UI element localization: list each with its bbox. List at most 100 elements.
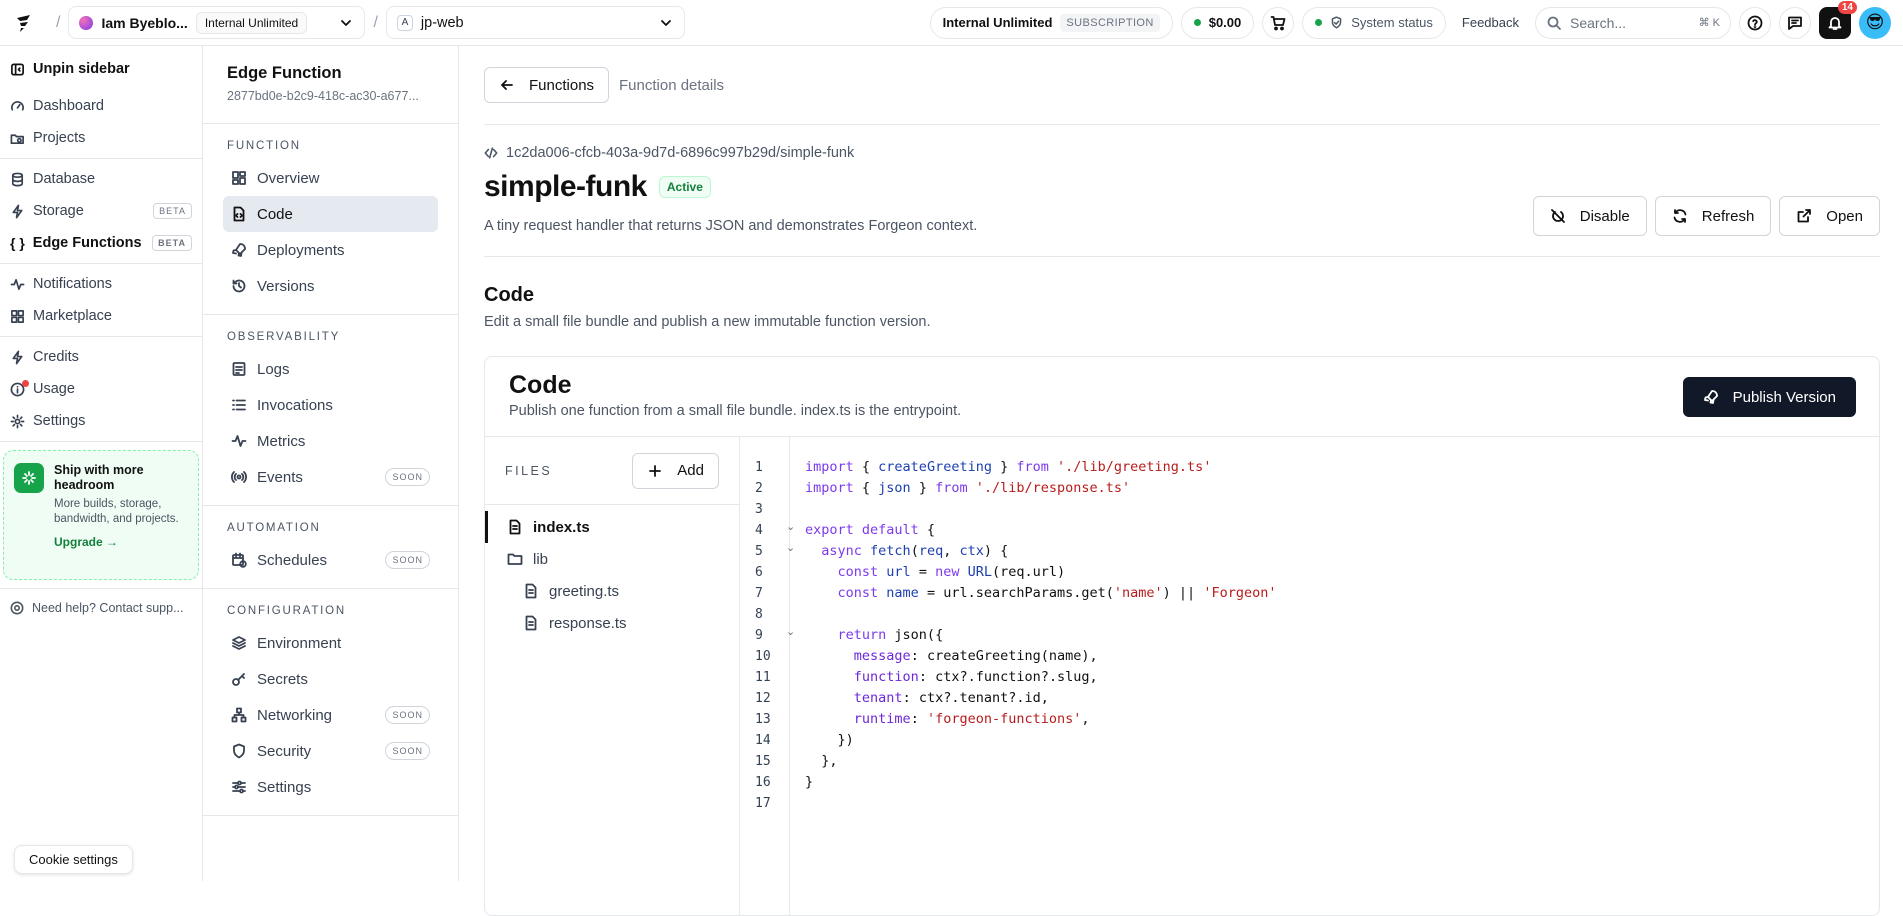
calendar-clock-icon [231, 552, 247, 568]
subnav-item-overview[interactable]: Overview [223, 160, 438, 196]
grid-icon [10, 309, 25, 324]
cookie-settings-button[interactable]: Cookie settings [14, 845, 133, 874]
subnav-item-label: Overview [257, 169, 320, 187]
subscription-pill[interactable]: Internal Unlimited SUBSCRIPTION [929, 6, 1173, 39]
sidebar-item-storage[interactable]: Storage BETA [0, 195, 202, 227]
project-name: jp-web [420, 14, 464, 31]
subnav-title: Edge Function [227, 64, 342, 82]
add-file-button[interactable]: Add [632, 452, 719, 489]
unpin-sidebar-button[interactable]: Unpin sidebar [0, 48, 202, 90]
notifications-count-badge: 14 [1837, 0, 1857, 14]
sidebar-item-credits[interactable]: Credits [0, 341, 202, 373]
refresh-label: Refresh [1701, 207, 1755, 225]
org-selector[interactable]: Iam Byeblo... Internal Unlimited [68, 6, 366, 39]
cart-button[interactable] [1262, 6, 1295, 39]
add-file-label: Add [677, 462, 704, 479]
file-item-index[interactable]: index.ts [485, 511, 739, 543]
subnav-item-label: Deployments [257, 241, 345, 259]
code-editor[interactable]: import { createGreeting } from './lib/gr… [805, 457, 1276, 793]
fold-chevron-icon[interactable]: ⌄ [786, 541, 795, 554]
function-subnav: Edge Function 2877bd0e-b2c9-418c-ac30-a6… [203, 46, 459, 881]
subnav-section-configuration: CONFIGURATION Environment Secrets Networ… [203, 589, 458, 816]
help-contact-link[interactable]: Need help? Contact supp... [0, 593, 202, 623]
subnav-item-label: Invocations [257, 396, 333, 414]
refresh-button[interactable]: Refresh [1654, 196, 1772, 236]
usage-alert-dot [22, 380, 29, 387]
folder-name: lib [533, 550, 549, 568]
sidebar-item-marketplace[interactable]: Marketplace [0, 300, 202, 332]
notifications-button[interactable]: 14 [1819, 0, 1857, 39]
upgrade-link[interactable]: Upgrade → [54, 535, 188, 549]
file-item-greeting[interactable]: greeting.ts [485, 575, 739, 607]
subnav-item-secrets[interactable]: Secrets [223, 661, 438, 697]
system-status-pill[interactable]: System status [1302, 6, 1446, 39]
search-input[interactable]: Search... ⌘ K [1535, 6, 1731, 39]
folder-item-lib[interactable]: lib [485, 543, 739, 575]
sidebar-item-settings[interactable]: Settings [0, 405, 202, 437]
publish-version-button[interactable]: Publish Version [1682, 377, 1856, 417]
subnav-item-label: Networking [257, 706, 333, 724]
database-icon [10, 172, 25, 187]
help-button[interactable] [1739, 6, 1771, 39]
function-path-text: 1c2da006-cfcb-403a-9d7d-6896c997b29d/sim… [506, 145, 855, 161]
app-logo-icon[interactable] [12, 10, 38, 36]
sidebar-item-edge-functions[interactable]: { } Edge Functions BETA [0, 227, 202, 259]
subnav-item-invocations[interactable]: Invocations [223, 387, 438, 423]
promo-title: Ship with more headroom [54, 463, 144, 492]
file-tree-panel: FILES Add index.ts lib greeting.ts respo… [485, 437, 740, 915]
soon-badge: SOON [385, 706, 430, 724]
balance-pill[interactable]: $0.00 [1180, 6, 1255, 39]
subnav-item-environment[interactable]: Environment [223, 625, 438, 661]
sidebar-item-notifications[interactable]: Notifications [0, 268, 202, 300]
message-icon [1787, 15, 1803, 31]
fold-chevron-icon[interactable]: ⌄ [786, 625, 795, 638]
gauge-icon [10, 99, 25, 114]
subnav-item-schedules[interactable]: Schedules SOON [223, 542, 438, 578]
sidebar-item-label: Settings [33, 413, 86, 429]
project-selector[interactable]: A jp-web [385, 6, 685, 39]
subnav-item-deployments[interactable]: Deployments [223, 232, 438, 268]
files-label: FILES [505, 463, 553, 478]
sidebar-item-usage[interactable]: Usage [0, 373, 202, 405]
user-avatar[interactable]: 😎 [1859, 6, 1891, 39]
feedback-link[interactable]: Feedback [1454, 15, 1527, 30]
sidebar-item-projects[interactable]: Projects [0, 122, 202, 154]
folder-search-icon [10, 131, 25, 146]
breadcrumb-separator: / [56, 13, 61, 31]
sidebar-item-label: Notifications [33, 276, 112, 292]
subnav-item-code[interactable]: Code [223, 196, 438, 232]
subnav-item-label: Environment [257, 634, 342, 652]
open-button[interactable]: Open [1779, 196, 1880, 236]
shield-check-icon [1330, 16, 1343, 29]
subnav-item-security[interactable]: Security SOON [223, 733, 438, 769]
subnav-item-settings[interactable]: Settings [223, 769, 438, 805]
subnav-item-metrics[interactable]: Metrics [223, 423, 438, 459]
sidebar-item-label: Credits [33, 349, 79, 365]
sidebar-item-dashboard[interactable]: Dashboard [0, 90, 202, 122]
subnav-item-events[interactable]: Events SOON [223, 459, 438, 495]
rocket-icon [231, 242, 247, 258]
subnav-item-label: Events [257, 468, 303, 486]
subnav-item-versions[interactable]: Versions [223, 268, 438, 304]
balance-value: $0.00 [1208, 15, 1242, 30]
sidebar-item-label: Storage [33, 203, 84, 219]
disable-button[interactable]: Disable [1532, 196, 1647, 236]
upgrade-promo-card: Ship with more headroom More builds, sto… [3, 450, 199, 580]
subnav-item-label: Settings [257, 778, 312, 796]
file-item-response[interactable]: response.ts [485, 607, 739, 639]
refresh-icon [1672, 208, 1688, 224]
open-label: Open [1826, 207, 1863, 225]
subnav-section-function: FUNCTION Overview Code Deployments Versi… [203, 124, 458, 315]
messages-button[interactable] [1779, 6, 1811, 39]
help-circle-icon [10, 601, 24, 615]
publish-version-label: Publish Version [1732, 388, 1836, 406]
subnav-item-networking[interactable]: Networking SOON [223, 697, 438, 733]
subnav-item-logs[interactable]: Logs [223, 351, 438, 387]
section-description: Edit a small file bundle and publish a n… [484, 314, 931, 330]
back-to-functions-button[interactable]: Functions [484, 67, 610, 103]
section-title: Code [484, 284, 534, 306]
help-contact-label: Need help? Contact supp... [32, 601, 184, 615]
activity-icon [10, 277, 25, 292]
fold-chevron-icon[interactable]: ⌄ [786, 520, 795, 533]
sidebar-item-database[interactable]: Database [0, 163, 202, 195]
